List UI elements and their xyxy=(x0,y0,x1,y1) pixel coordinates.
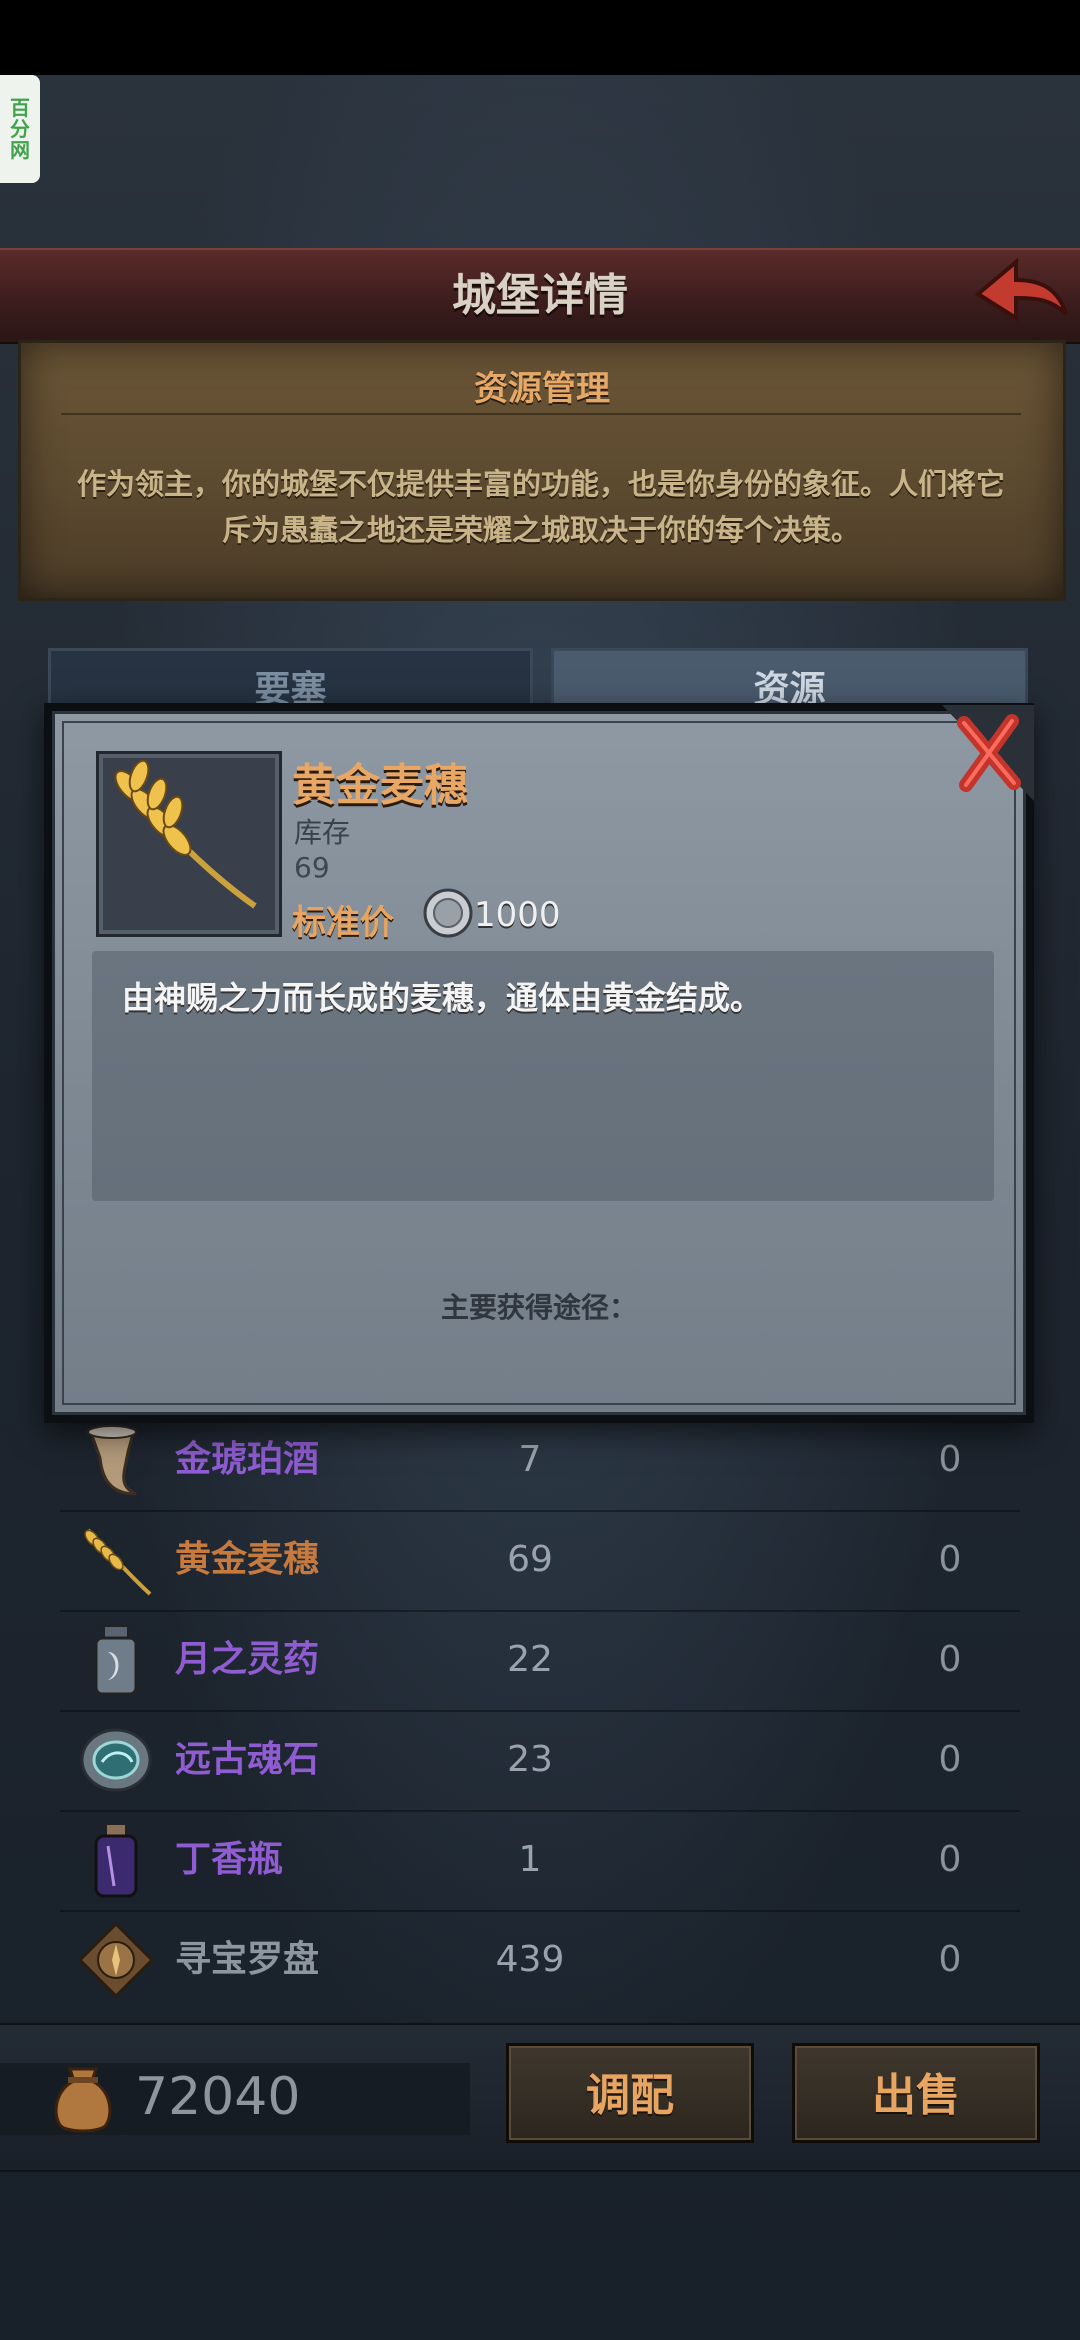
list-item[interactable]: 远古魂石 23 0 xyxy=(60,1710,1020,1812)
resource-management-panel: 资源管理 作为领主，你的城堡不仅提供丰富的功能，也是你身份的象征。人们将它斥为愚… xyxy=(18,340,1066,601)
resource-extra: 0 xyxy=(938,1739,962,1780)
watermark-char: 网 xyxy=(10,137,30,162)
status-bar xyxy=(0,0,1080,75)
gold-amount: 72040 xyxy=(135,2067,301,2127)
list-item[interactable]: 金琥珀酒 7 0 xyxy=(60,1410,1020,1512)
golden-wheat-icon xyxy=(84,1528,152,1596)
resource-name: 黄金麦穗 xyxy=(175,1539,320,1580)
back-button[interactable] xyxy=(970,252,1070,332)
page-title: 城堡详情 xyxy=(452,270,628,321)
watermark-char: 分 xyxy=(10,116,30,141)
resource-extra: 0 xyxy=(938,1839,962,1880)
price-label: 标准价 xyxy=(292,903,394,943)
panel-description: 作为领主，你的城堡不仅提供丰富的功能，也是你身份的象征。人们将它斥为愚蠢之地还是… xyxy=(76,467,1005,547)
tab-fortress[interactable]: 要塞 xyxy=(48,648,533,710)
item-detail-modal: 黄金麦穗 库存 69 标准价 1000 由神赐之力而长成的麦穗，通体由黄金结成。… xyxy=(44,703,1034,1423)
back-arrow-icon xyxy=(974,257,1068,322)
treasure-compass-icon xyxy=(78,1922,154,1998)
tab-bar: 要塞 资源 xyxy=(48,648,1028,710)
title-bar: 城堡详情 xyxy=(0,248,1080,344)
item-image-frame xyxy=(96,751,282,937)
resource-stock: 69 xyxy=(507,1539,553,1580)
resource-name: 丁香瓶 xyxy=(175,1839,284,1880)
close-button[interactable] xyxy=(942,705,1034,801)
divider xyxy=(61,413,1021,415)
resource-stock: 23 xyxy=(507,1739,553,1780)
allocate-button[interactable]: 调配 xyxy=(506,2043,754,2143)
sell-button[interactable]: 出售 xyxy=(792,2043,1040,2143)
description-box: 由神赐之力而长成的麦穗，通体由黄金结成。 xyxy=(92,951,994,1201)
item-name: 黄金麦穗 xyxy=(292,760,468,811)
close-icon xyxy=(942,705,1034,801)
resource-stock: 439 xyxy=(495,1939,565,1980)
resource-stock: 7 xyxy=(518,1439,542,1480)
silver-coin-icon xyxy=(423,888,473,938)
list-item[interactable]: 黄金麦穗 69 0 xyxy=(60,1510,1020,1612)
resource-extra: 0 xyxy=(938,1939,962,1980)
soul-stone-icon xyxy=(80,1728,152,1792)
horn-cup-icon xyxy=(87,1425,137,1496)
stock-label: 库存 xyxy=(294,816,351,849)
watermark-char: 百 xyxy=(10,95,30,120)
panel-title: 资源管理 xyxy=(474,369,610,409)
resource-stock: 1 xyxy=(518,1839,542,1880)
list-item[interactable]: 月之灵药 22 0 xyxy=(60,1610,1020,1712)
resource-extra: 0 xyxy=(938,1439,962,1480)
list-item[interactable]: 丁香瓶 1 0 xyxy=(60,1810,1020,1912)
resource-name: 寻宝罗盘 xyxy=(175,1939,320,1980)
moon-elixir-icon xyxy=(94,1625,138,1696)
clove-bottle-icon xyxy=(94,1823,138,1898)
resource-name: 金琥珀酒 xyxy=(175,1439,320,1480)
stock-value: 69 xyxy=(294,851,330,884)
money-bag-icon xyxy=(54,2067,112,2133)
item-description: 由神赐之力而长成的麦穗，通体由黄金结成。 xyxy=(122,979,763,1017)
watermark-badge: 百 分 网 xyxy=(0,75,40,183)
obtain-methods-label: 主要获得途径： xyxy=(440,1291,637,1324)
golden-wheat-icon xyxy=(114,759,257,909)
resource-name: 月之灵药 xyxy=(175,1639,320,1680)
price-value: 1000 xyxy=(474,895,561,935)
resource-name: 远古魂石 xyxy=(175,1739,320,1780)
resource-extra: 0 xyxy=(938,1639,962,1680)
tab-resources[interactable]: 资源 xyxy=(551,648,1028,710)
resource-stock: 22 xyxy=(507,1639,553,1680)
resource-extra: 0 xyxy=(938,1539,962,1580)
list-item[interactable]: 寻宝罗盘 439 0 xyxy=(60,1910,1020,2010)
